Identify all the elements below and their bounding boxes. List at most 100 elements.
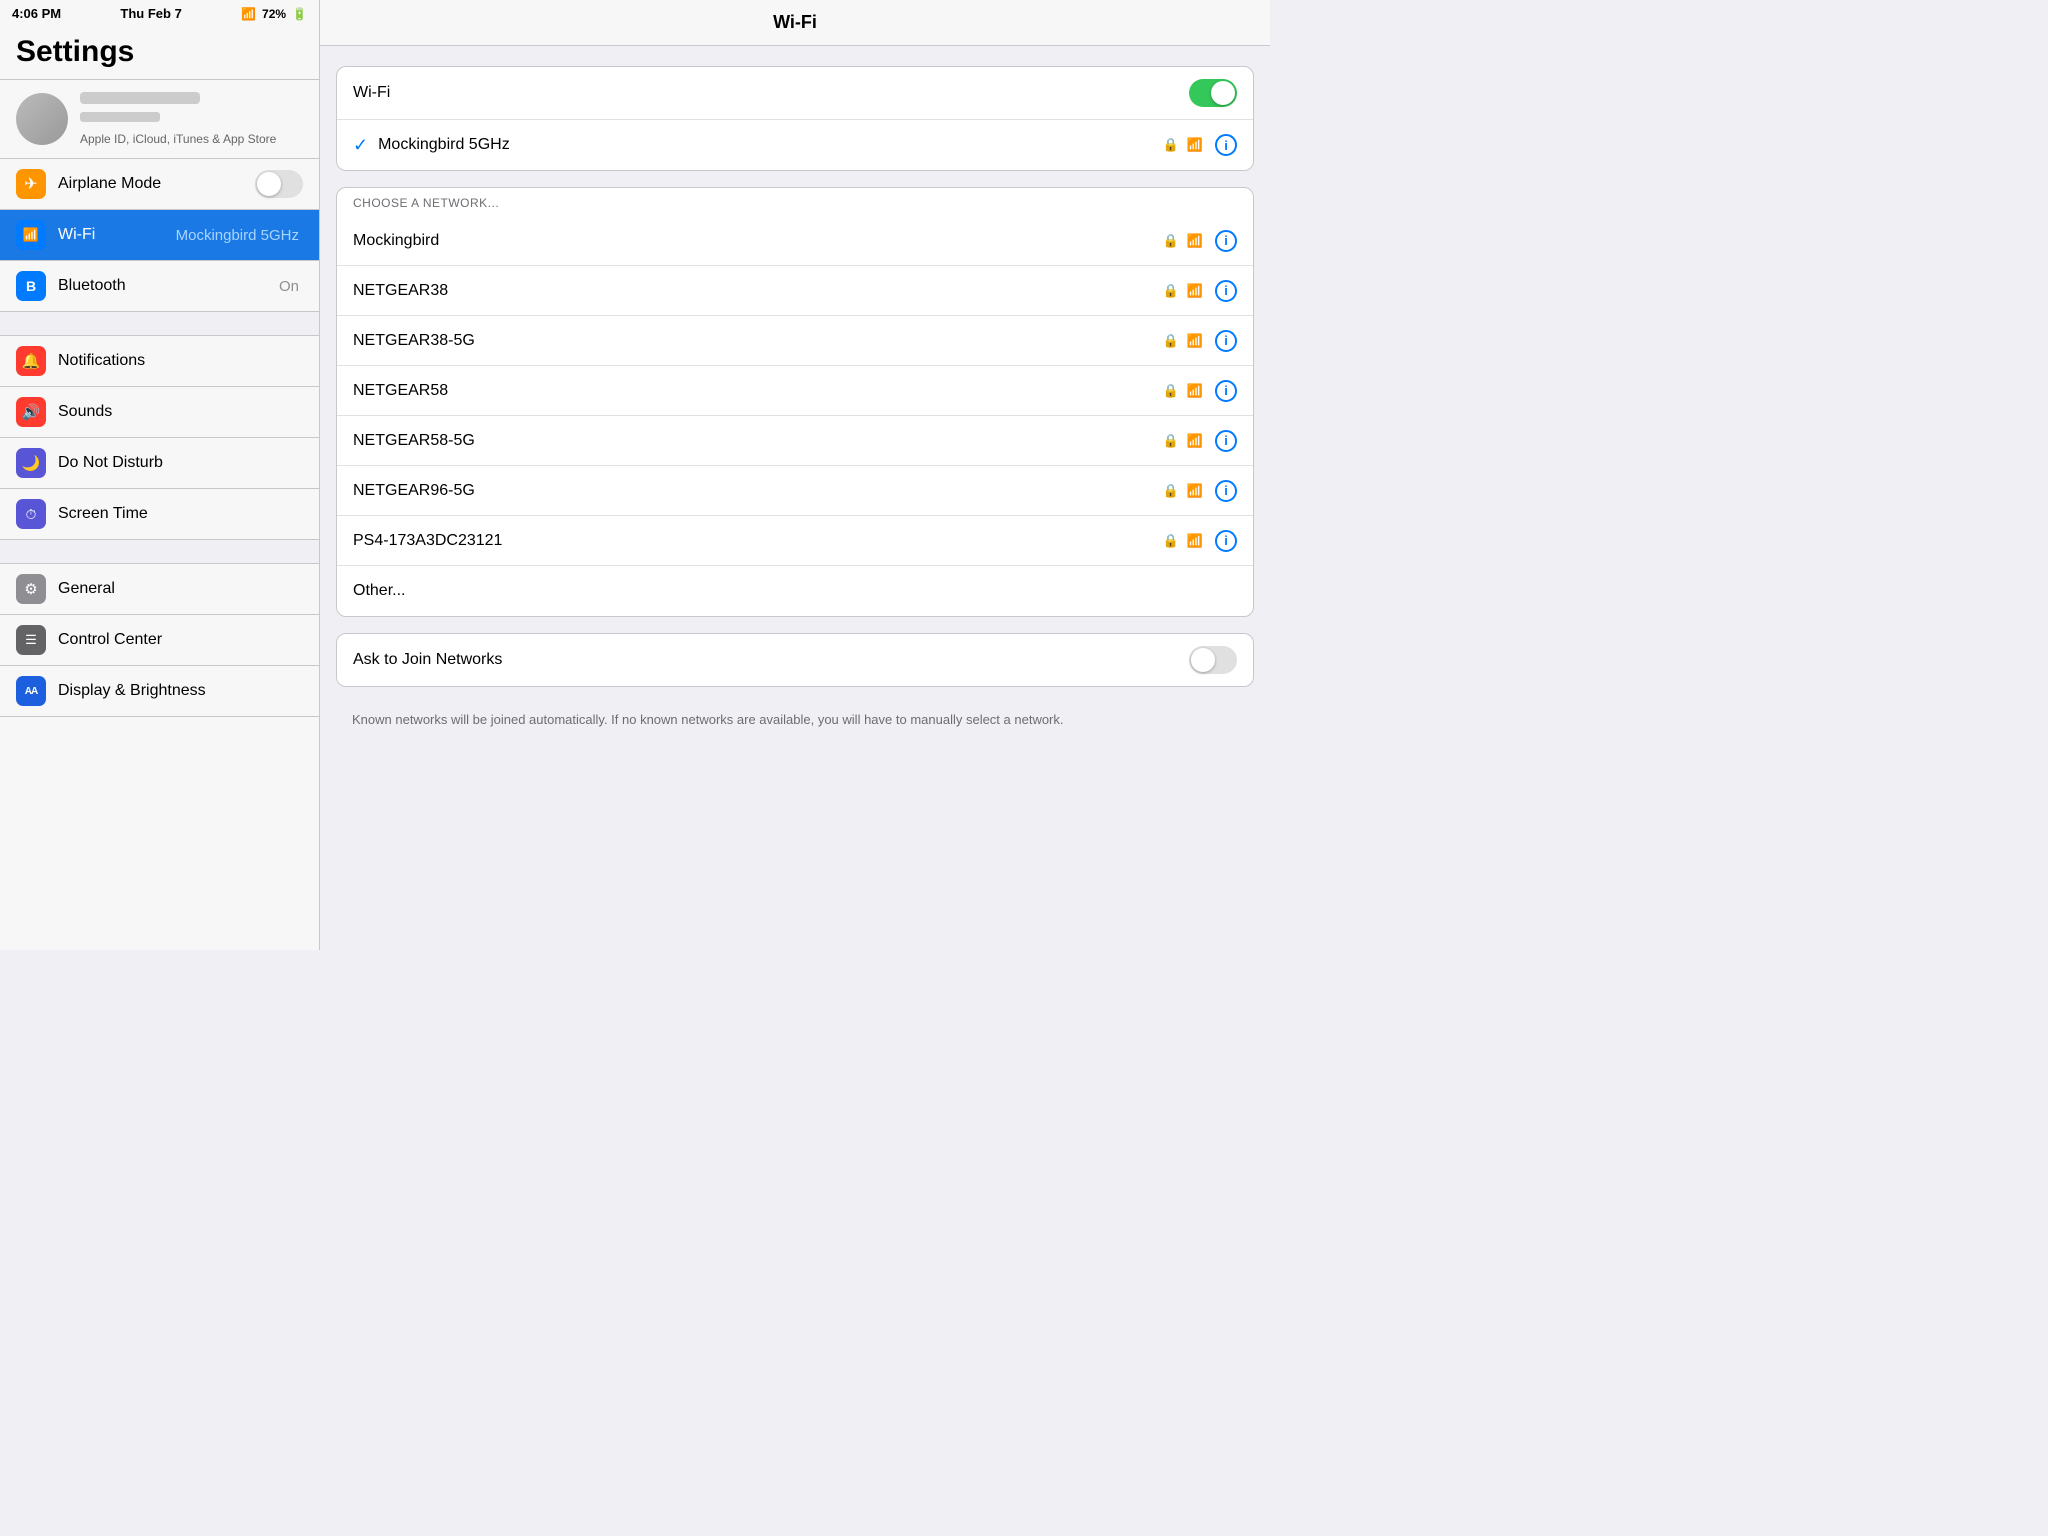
choose-network-header: CHOOSE A NETWORK...	[337, 188, 1253, 216]
info-button-0[interactable]: i	[1215, 230, 1237, 252]
info-button-1[interactable]: i	[1215, 280, 1237, 302]
lock-icon-connected: 🔒	[1163, 137, 1179, 153]
network-row-netgear58[interactable]: NETGEAR58 🔒 📶 i	[337, 366, 1253, 416]
status-time: 4:06 PM	[12, 6, 61, 21]
sidebar-group-1: ✈ Airplane Mode 📶 Wi-Fi Mockingbird 5GHz…	[0, 159, 319, 312]
lock-icon-4: 🔒	[1163, 433, 1179, 449]
network-name-mockingbird: Mockingbird	[353, 232, 1159, 250]
settings-title: Settings	[0, 27, 319, 79]
networks-card: CHOOSE A NETWORK... Mockingbird 🔒 📶 i NE…	[336, 187, 1254, 617]
sidebar-spacer-1	[0, 312, 319, 336]
network-row-mockingbird[interactable]: Mockingbird 🔒 📶 i	[337, 216, 1253, 266]
lock-icon-3: 🔒	[1163, 383, 1179, 399]
wifi-signal-3: 📶	[1187, 383, 1203, 399]
ask-to-join-knob	[1191, 648, 1215, 672]
airplane-mode-toggle[interactable]	[255, 170, 303, 198]
lock-icon-1: 🔒	[1163, 283, 1179, 299]
wifi-label: Wi-Fi	[58, 226, 176, 244]
sidebar-item-sounds[interactable]: 🔊 Sounds	[0, 387, 319, 438]
network-row-netgear58-5g[interactable]: NETGEAR58-5G 🔒 📶 i	[337, 416, 1253, 466]
sounds-icon: 🔊	[16, 397, 46, 427]
footer-note: Known networks will be joined automatica…	[336, 703, 1254, 745]
info-button-4[interactable]: i	[1215, 430, 1237, 452]
airplane-mode-label: Airplane Mode	[58, 175, 255, 193]
ask-to-join-row[interactable]: Ask to Join Networks	[337, 634, 1253, 686]
connected-network-label: Mockingbird 5GHz	[378, 136, 1159, 154]
network-row-netgear38[interactable]: NETGEAR38 🔒 📶 i	[337, 266, 1253, 316]
sidebar-item-control-center[interactable]: ☰ Control Center	[0, 615, 319, 666]
panel-title: Wi-Fi	[773, 12, 817, 32]
status-bar: 4:06 PM Thu Feb 7 📶 72% 🔋	[0, 0, 319, 27]
screen-time-label: Screen Time	[58, 505, 303, 523]
profile-name-blur-2	[80, 112, 160, 122]
network-name-netgear38: NETGEAR38	[353, 282, 1159, 300]
sidebar-item-general[interactable]: ⚙ General	[0, 564, 319, 615]
sidebar-group-3: ⚙ General ☰ Control Center AA Display & …	[0, 564, 319, 717]
network-name-netgear96-5g: NETGEAR96-5G	[353, 482, 1159, 500]
sidebar-item-wifi[interactable]: 📶 Wi-Fi Mockingbird 5GHz	[0, 210, 319, 261]
info-button-2[interactable]: i	[1215, 330, 1237, 352]
wifi-signal-4: 📶	[1187, 433, 1203, 449]
network-name-ps4: PS4-173A3DC23121	[353, 532, 1159, 550]
network-name-other: Other...	[353, 582, 1237, 600]
connected-network-icons: 🔒 📶 i	[1159, 134, 1237, 156]
battery-percent: 72%	[262, 7, 286, 21]
lock-icon-0: 🔒	[1163, 233, 1179, 249]
lock-icon-5: 🔒	[1163, 483, 1179, 499]
wifi-signal-6: 📶	[1187, 533, 1203, 549]
wifi-toggle-label: Wi-Fi	[353, 84, 1189, 102]
wifi-icon-sidebar: 📶	[16, 220, 46, 250]
profile-row[interactable]: Apple ID, iCloud, iTunes & App Store	[0, 80, 319, 159]
general-label: General	[58, 580, 303, 598]
screen-time-icon: ⏱	[16, 499, 46, 529]
control-center-icon: ☰	[16, 625, 46, 655]
netgear38-5g-icons: 🔒 📶 i	[1159, 330, 1237, 352]
network-row-other[interactable]: Other...	[337, 566, 1253, 616]
wifi-main-toggle[interactable]	[1189, 79, 1237, 107]
netgear38-icons: 🔒 📶 i	[1159, 280, 1237, 302]
battery-icon: 🔋	[292, 7, 307, 21]
airplane-mode-icon: ✈	[16, 169, 46, 199]
sidebar-spacer-2	[0, 540, 319, 564]
sidebar-item-screen-time[interactable]: ⏱ Screen Time	[0, 489, 319, 540]
notifications-icon: 🔔	[16, 346, 46, 376]
network-row-ps4[interactable]: PS4-173A3DC23121 🔒 📶 i	[337, 516, 1253, 566]
checkmark-icon: ✓	[353, 135, 368, 156]
mockingbird-icons: 🔒 📶 i	[1159, 230, 1237, 252]
main-panel: Wi-Fi Wi-Fi ✓ Mockingbird 5GHz 🔒 📶 i	[320, 0, 1270, 950]
info-button-connected[interactable]: i	[1215, 134, 1237, 156]
general-icon: ⚙	[16, 574, 46, 604]
bluetooth-icon: B	[16, 271, 46, 301]
network-row-netgear96-5g[interactable]: NETGEAR96-5G 🔒 📶 i	[337, 466, 1253, 516]
network-row-netgear38-5g[interactable]: NETGEAR38-5G 🔒 📶 i	[337, 316, 1253, 366]
wifi-signal-0: 📶	[1187, 233, 1203, 249]
connected-network-row[interactable]: ✓ Mockingbird 5GHz 🔒 📶 i	[337, 120, 1253, 170]
netgear58-icons: 🔒 📶 i	[1159, 380, 1237, 402]
wifi-value: Mockingbird 5GHz	[176, 227, 299, 244]
display-label: Display & Brightness	[58, 682, 303, 700]
wifi-signal-2: 📶	[1187, 333, 1203, 349]
wifi-status-icon: 📶	[241, 7, 256, 21]
status-date: Thu Feb 7	[120, 6, 181, 21]
sidebar-item-display[interactable]: AA Display & Brightness	[0, 666, 319, 717]
profile-subtitle: Apple ID, iCloud, iTunes & App Store	[80, 132, 276, 146]
network-name-netgear58-5g: NETGEAR58-5G	[353, 432, 1159, 450]
info-button-5[interactable]: i	[1215, 480, 1237, 502]
sidebar-item-dnd[interactable]: 🌙 Do Not Disturb	[0, 438, 319, 489]
bluetooth-label: Bluetooth	[58, 277, 279, 295]
ask-to-join-card: Ask to Join Networks	[336, 633, 1254, 687]
sounds-label: Sounds	[58, 403, 303, 421]
info-button-3[interactable]: i	[1215, 380, 1237, 402]
wifi-toggle-row[interactable]: Wi-Fi	[337, 67, 1253, 120]
ask-to-join-toggle[interactable]	[1189, 646, 1237, 674]
sidebar-item-notifications[interactable]: 🔔 Notifications	[0, 336, 319, 387]
wifi-toggle-card: Wi-Fi ✓ Mockingbird 5GHz 🔒 📶 i	[336, 66, 1254, 171]
lock-icon-2: 🔒	[1163, 333, 1179, 349]
ask-to-join-label: Ask to Join Networks	[353, 651, 1189, 669]
info-button-6[interactable]: i	[1215, 530, 1237, 552]
profile-text: Apple ID, iCloud, iTunes & App Store	[80, 92, 276, 146]
sidebar-item-bluetooth[interactable]: B Bluetooth On	[0, 261, 319, 312]
avatar-inner	[16, 93, 68, 145]
wifi-main-knob	[1211, 81, 1235, 105]
sidebar-item-airplane-mode[interactable]: ✈ Airplane Mode	[0, 159, 319, 210]
